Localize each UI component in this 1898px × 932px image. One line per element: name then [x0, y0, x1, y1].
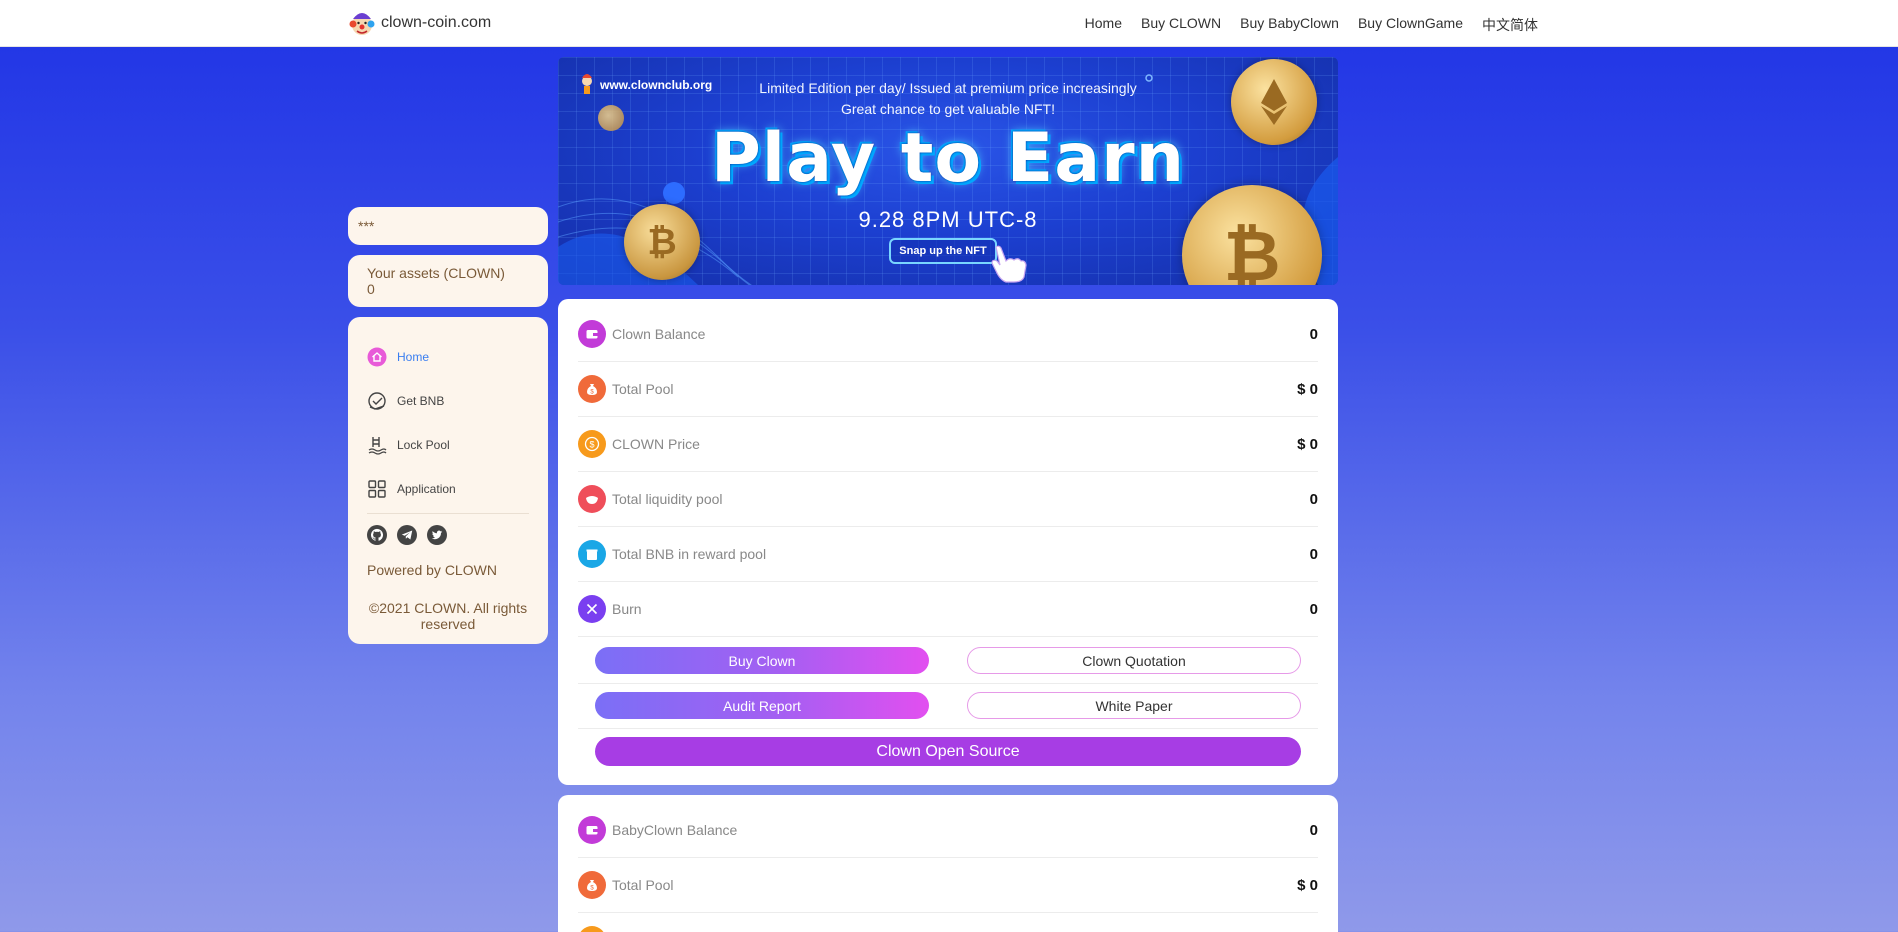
- sidebar-item-label: Get BNB: [397, 394, 445, 408]
- stat-row-liquidity-pool: Total liquidity pool 0: [578, 472, 1318, 527]
- sidebar-item-label: Home: [397, 350, 430, 364]
- bnb-faucet-icon: [367, 391, 387, 411]
- clown-logo-icon: [349, 13, 375, 35]
- nav-buy-clown[interactable]: Buy CLOWN: [1141, 15, 1221, 35]
- dollar-coin-icon: [578, 926, 606, 932]
- stat-value: 0: [1309, 490, 1318, 508]
- stat-value: 0: [1309, 545, 1318, 563]
- snap-nft-button[interactable]: Snap up the NFT: [889, 238, 997, 264]
- stat-row-burn: Burn 0: [578, 582, 1318, 637]
- gold-coin-small-icon: [598, 105, 624, 131]
- stat-value: $ 0: [1297, 380, 1318, 398]
- clown-quotation-button[interactable]: Clown Quotation: [967, 647, 1301, 674]
- stat-label: Total Pool: [612, 877, 674, 893]
- telegram-icon[interactable]: [397, 525, 417, 545]
- stat-value: $ 0: [1297, 876, 1318, 894]
- buy-clown-button[interactable]: Buy Clown: [595, 647, 929, 674]
- stat-label: CLOWN Price: [612, 436, 700, 452]
- stat-label: Burn: [612, 601, 642, 617]
- row-divider: [578, 683, 1318, 684]
- stat-row-partial: [578, 913, 1318, 932]
- sidebar-menu: Home Get BNB Lock Pool Application Power…: [348, 317, 548, 644]
- bitcoin-coin-icon: ₿: [624, 204, 700, 280]
- svg-text:₿: ₿: [647, 222, 676, 263]
- svg-text:$: $: [589, 440, 594, 450]
- main-nav: Home Buy CLOWN Buy BabyClown Buy ClownGa…: [1085, 15, 1538, 35]
- sidebar-item-label: Lock Pool: [397, 438, 450, 452]
- banner-line1: Limited Edition per day/ Issued at premi…: [759, 80, 1137, 96]
- nav-home[interactable]: Home: [1085, 15, 1122, 35]
- sidebar-item-label: Application: [397, 482, 456, 496]
- stat-value: $ 0: [1297, 435, 1318, 453]
- powered-by: Powered by CLOWN: [367, 562, 497, 578]
- stat-label: Total Pool: [612, 381, 674, 397]
- nav-buy-babyclown[interactable]: Buy BabyClown: [1240, 15, 1339, 35]
- money-bag-icon: $: [578, 871, 606, 899]
- stat-label: Total liquidity pool: [612, 491, 723, 507]
- dollar-coin-icon: $: [578, 430, 606, 458]
- address-field[interactable]: [348, 207, 548, 245]
- gift-box-icon: [578, 540, 606, 568]
- stat-value: 0: [1309, 325, 1318, 343]
- sidebar-item-get-bnb[interactable]: Get BNB: [367, 379, 529, 423]
- sidebar-item-lock-pool[interactable]: Lock Pool: [367, 423, 529, 467]
- site-name: clown-coin.com: [381, 14, 492, 31]
- nav-language[interactable]: 中文简体: [1482, 15, 1538, 35]
- stat-row-bnb-reward-pool: Total BNB in reward pool 0: [578, 527, 1318, 582]
- wallet-icon: [578, 320, 606, 348]
- brand[interactable]: clown-coin.com: [348, 9, 491, 37]
- stat-row-clown-balance: Clown Balance 0: [578, 307, 1318, 362]
- home-icon: [367, 347, 387, 367]
- menu-divider: [367, 513, 529, 514]
- promo-banner[interactable]: www.clownclub.org Limited Edition per da…: [558, 57, 1338, 285]
- stat-row-total-pool-2: $ Total Pool $ 0: [578, 858, 1318, 913]
- address-box: [348, 207, 548, 245]
- liquidity-icon: [578, 485, 606, 513]
- audit-report-button[interactable]: Audit Report: [595, 692, 929, 719]
- stat-label: Total BNB in reward pool: [612, 546, 767, 562]
- clown-open-source-button[interactable]: Clown Open Source: [595, 737, 1301, 766]
- apps-grid-icon: [367, 479, 387, 499]
- stat-value: 0: [1309, 821, 1318, 839]
- bitcoin-coin-large-icon: ₿: [1182, 185, 1322, 285]
- pool-ladder-icon: [367, 435, 387, 455]
- social-links: [367, 522, 529, 548]
- row-divider: [578, 728, 1318, 729]
- assets-label: Your assets (CLOWN): [367, 265, 505, 281]
- babyclown-stats-card: BabyClown Balance 0 $ Total Pool $ 0: [558, 795, 1338, 932]
- ethereum-coin-icon: [1231, 59, 1317, 145]
- stat-row-clown-price: $ CLOWN Price $ 0: [578, 417, 1318, 472]
- sidebar-item-home[interactable]: Home: [367, 335, 529, 379]
- money-bag-icon: $: [578, 375, 606, 403]
- github-icon[interactable]: [367, 525, 387, 545]
- stat-label: BabyClown Balance: [612, 822, 738, 838]
- stat-row-total-pool: $ Total Pool $ 0: [578, 362, 1318, 417]
- copyright: ©2021 CLOWN. All rights reserved: [368, 600, 528, 632]
- assets-card: Your assets (CLOWN) 0: [348, 255, 548, 307]
- assets-value: 0: [367, 281, 375, 297]
- sidebar-item-application[interactable]: Application: [367, 467, 529, 511]
- wallet-icon: [578, 816, 606, 844]
- banner-line2: Great chance to get valuable NFT!: [841, 101, 1055, 117]
- nav-buy-clowngame[interactable]: Buy ClownGame: [1358, 15, 1463, 35]
- svg-text:₿: ₿: [1223, 215, 1280, 285]
- burn-x-icon: [578, 595, 606, 623]
- pointing-hand-icon: [991, 245, 1027, 283]
- clown-stats-card: Clown Balance 0 $ Total Pool $ 0 $ CLOWN…: [558, 299, 1338, 785]
- white-paper-button[interactable]: White Paper: [967, 692, 1301, 719]
- top-navbar: clown-coin.com Home Buy CLOWN Buy BabyCl…: [0, 0, 1898, 47]
- stat-label: Clown Balance: [612, 326, 706, 342]
- stat-row-babyclown-balance: BabyClown Balance 0: [578, 803, 1318, 858]
- stat-value: 0: [1309, 600, 1318, 618]
- twitter-icon[interactable]: [427, 525, 447, 545]
- action-buttons-row-2: Audit Report White Paper: [595, 692, 1301, 719]
- action-buttons-row-1: Buy Clown Clown Quotation: [595, 647, 1301, 674]
